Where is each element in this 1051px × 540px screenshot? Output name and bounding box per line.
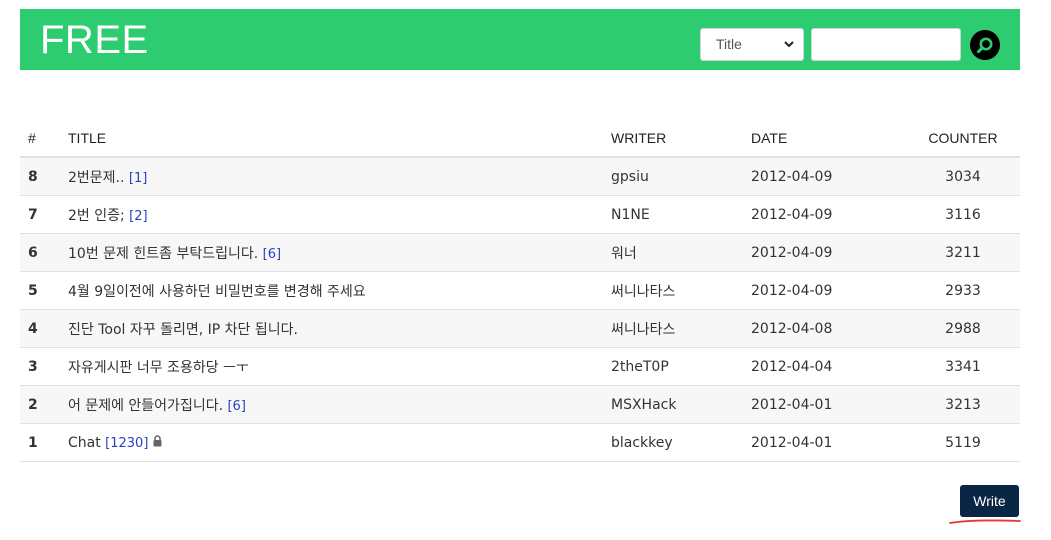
search-input[interactable] [811, 28, 961, 61]
row-title-cell[interactable]: 2번 인증; [2] [68, 195, 611, 234]
col-header-title: TITLE [68, 119, 611, 158]
post-title-link[interactable]: 2번문제.. [68, 170, 124, 186]
row-counter: 3211 [906, 233, 1020, 272]
row-date: 2012-04-09 [751, 157, 906, 196]
search-field-select[interactable]: Title [700, 28, 804, 61]
table-row[interactable]: 5 4월 9일이전에 사용하던 비밀번호를 변경해 주세요 써니나타스 2012-04… [20, 271, 1020, 310]
lock-icon [152, 434, 163, 451]
table-row[interactable]: 8 2번문제.. [1] gpsiu 2012-04-09 3034 [20, 157, 1020, 196]
col-header-writer: WRITER [611, 119, 751, 158]
row-number: 5 [20, 271, 68, 310]
row-date: 2012-04-01 [751, 385, 906, 424]
comment-count[interactable]: [6] [263, 247, 281, 262]
table-header-row: # TITLE WRITER DATE COUNTER [20, 119, 1020, 158]
row-counter: 2988 [906, 309, 1020, 348]
post-title-link[interactable]: Chat [68, 435, 101, 451]
row-number: 1 [20, 423, 68, 462]
board-title: FREE [40, 18, 149, 62]
post-title-link[interactable]: 어 문제에 안들어가집니다. [68, 398, 223, 414]
row-title-cell[interactable]: 진단 Tool 자꾸 돌리면, IP 차단 됩니다. [68, 309, 611, 348]
table-row[interactable]: 1 Chat [1230] blackkey 2012-04-01 5119 [20, 423, 1020, 462]
underline-annotation [949, 519, 1021, 524]
row-date: 2012-04-09 [751, 271, 906, 310]
row-writer: 2theT0P [611, 347, 751, 386]
search-icon [977, 37, 993, 54]
row-number: 2 [20, 385, 68, 424]
search-button[interactable] [970, 30, 1000, 60]
row-counter: 3213 [906, 385, 1020, 424]
post-table: # TITLE WRITER DATE COUNTER 8 2번문제.. [1] g… [20, 119, 1020, 462]
row-writer: 써니나타스 [611, 309, 751, 348]
row-date: 2012-04-01 [751, 423, 906, 462]
table-row[interactable]: 7 2번 인증; [2] N1NE 2012-04-09 3116 [20, 195, 1020, 234]
col-header-date: DATE [751, 119, 906, 158]
row-title-cell[interactable]: 어 문제에 안들어가집니다. [6] [68, 385, 611, 424]
write-button[interactable]: Write [960, 485, 1019, 517]
post-title-link[interactable]: 4월 9일이전에 사용하던 비밀번호를 변경해 주세요 [68, 284, 366, 300]
row-writer: gpsiu [611, 157, 751, 196]
row-counter: 5119 [906, 423, 1020, 462]
row-writer: 써니나타스 [611, 271, 751, 310]
board-header: FREE Title [20, 9, 1020, 70]
table-row[interactable]: 2어 문제에 안들어가집니다. [6] MSXHack 2012-04-01 3213 [20, 385, 1020, 424]
post-title-link[interactable]: 2번 인증; [68, 208, 125, 224]
comment-count[interactable]: [1230] [105, 436, 148, 451]
row-counter: 3034 [906, 157, 1020, 196]
comment-count[interactable]: [2] [129, 209, 147, 224]
row-title-cell[interactable]: 2번문제.. [1] [68, 157, 611, 196]
row-writer: N1NE [611, 195, 751, 234]
row-title-cell[interactable]: Chat [1230] [68, 423, 611, 462]
row-date: 2012-04-08 [751, 309, 906, 348]
row-date: 2012-04-09 [751, 195, 906, 234]
post-title-link[interactable]: 진단 Tool 자꾸 돌리면, IP 차단 됩니다. [68, 322, 298, 338]
comment-count[interactable]: [6] [227, 399, 245, 414]
row-writer: MSXHack [611, 385, 751, 424]
col-header-counter: COUNTER [906, 119, 1020, 158]
table-row[interactable]: 3 자유게시판 너무 조용하당 ㅡㅜ 2theT0P 2012-04-04 3341 [20, 347, 1020, 386]
col-header-num: # [20, 119, 68, 158]
row-title-cell[interactable]: 자유게시판 너무 조용하당 ㅡㅜ [68, 347, 611, 386]
row-number: 6 [20, 233, 68, 272]
comment-count[interactable]: [1] [129, 171, 147, 186]
chevron-down-icon [783, 37, 795, 54]
row-number: 3 [20, 347, 68, 386]
row-date: 2012-04-04 [751, 347, 906, 386]
row-date: 2012-04-09 [751, 233, 906, 272]
row-counter: 3116 [906, 195, 1020, 234]
row-title-cell[interactable]: 10번 문제 힌트좀 부탁드립니다. [6] [68, 233, 611, 272]
search-field-selected: Title [716, 36, 742, 52]
row-number: 4 [20, 309, 68, 348]
post-title-link[interactable]: 자유게시판 너무 조용하당 ㅡㅜ [68, 360, 249, 376]
table-row[interactable]: 4 진단 Tool 자꾸 돌리면, IP 차단 됩니다. 써니나타스 2012-04-… [20, 309, 1020, 348]
row-counter: 2933 [906, 271, 1020, 310]
post-title-link[interactable]: 10번 문제 힌트좀 부탁드립니다. [68, 246, 258, 262]
row-writer: 워너 [611, 233, 751, 272]
row-writer: blackkey [611, 423, 751, 462]
row-title-cell[interactable]: 4월 9일이전에 사용하던 비밀번호를 변경해 주세요 [68, 271, 611, 310]
row-number: 8 [20, 157, 68, 196]
table-row[interactable]: 6 10번 문제 힌트좀 부탁드립니다. [6] 워너 2012-04-09 3211 [20, 233, 1020, 272]
row-number: 7 [20, 195, 68, 234]
row-counter: 3341 [906, 347, 1020, 386]
